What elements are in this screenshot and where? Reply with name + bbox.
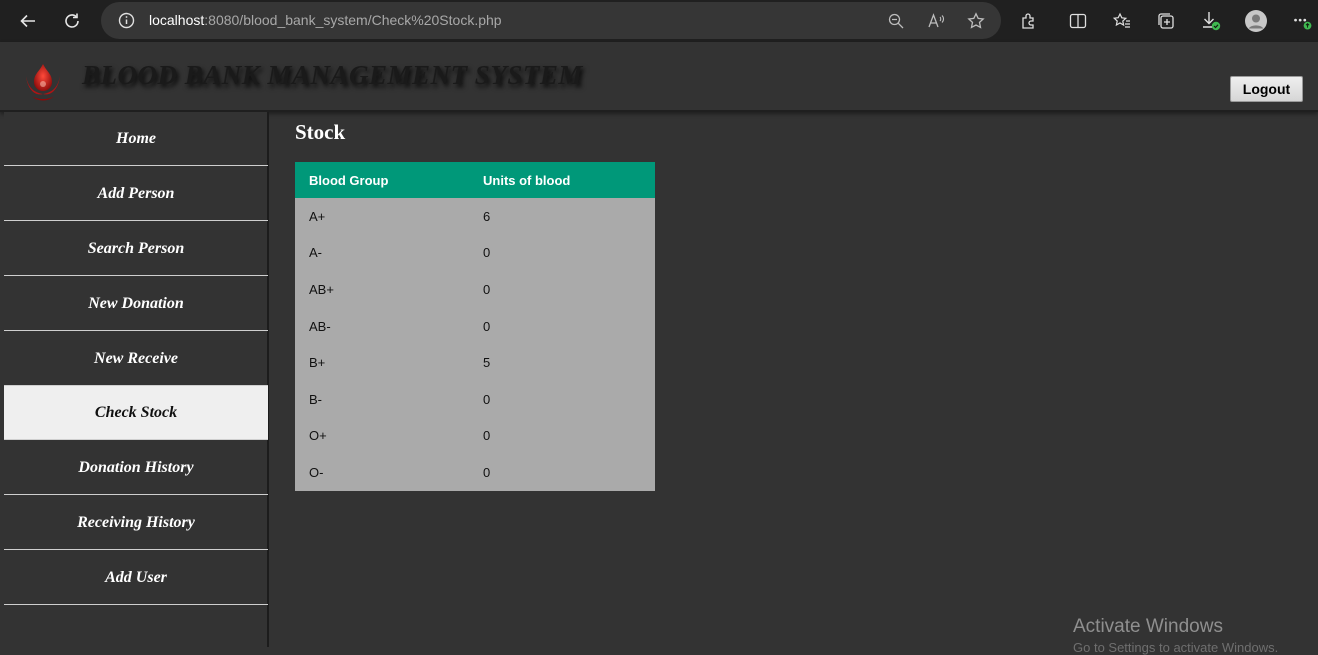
table-row: AB+ 0: [295, 271, 655, 308]
units-cell: 0: [469, 380, 655, 418]
favorites-icon[interactable]: [1110, 9, 1134, 33]
sidebar-item-add-user[interactable]: Add User: [4, 551, 268, 605]
blood-group-cell: AB+: [295, 271, 469, 308]
split-screen-icon[interactable]: [1066, 9, 1090, 33]
url-path: :8080/blood_bank_system/Check%20Stock.ph…: [204, 12, 502, 28]
zoom-out-icon[interactable]: [886, 11, 906, 31]
blood-group-cell: AB-: [295, 307, 469, 345]
site-header: BLOOD BANK MANAGEMENT SYSTEM Logout: [0, 42, 1318, 112]
units-cell: 5: [469, 344, 655, 381]
blood-group-cell: B-: [295, 380, 469, 418]
back-button[interactable]: [13, 6, 43, 36]
activate-windows-watermark: Activate Windows: [1073, 616, 1223, 637]
blood-group-cell: O-: [295, 454, 469, 491]
sidebar-item-new-receive[interactable]: New Receive: [4, 332, 268, 386]
units-cell: 0: [469, 271, 655, 308]
column-header-blood-group: Blood Group: [295, 162, 469, 198]
units-cell: 6: [469, 198, 655, 235]
browser-toolbar: localhost:8080/blood_bank_system/Check%2…: [0, 0, 1318, 42]
table-header-row: Blood Group Units of blood: [295, 162, 655, 198]
refresh-button[interactable]: [57, 6, 87, 36]
profile-avatar-icon[interactable]: [1244, 9, 1268, 33]
column-header-units: Units of blood: [469, 162, 655, 198]
sidebar-item-donation-history[interactable]: Donation History: [4, 441, 268, 495]
sidebar-item-search-person[interactable]: Search Person: [4, 222, 268, 276]
sidebar-item-new-donation[interactable]: New Donation: [4, 277, 268, 331]
sidebar-item-check-stock[interactable]: Check Stock: [4, 386, 268, 440]
read-aloud-icon[interactable]: [926, 11, 946, 31]
table-row: B+ 5: [295, 344, 655, 381]
table-row: O+ 0: [295, 417, 655, 455]
activate-windows-subtitle: Go to Settings to activate Windows.: [1073, 640, 1279, 655]
address-bar[interactable]: localhost:8080/blood_bank_system/Check%2…: [101, 2, 1001, 39]
blood-group-cell: A+: [295, 198, 469, 235]
table-row: B- 0: [295, 380, 655, 418]
back-arrow-icon: [20, 14, 35, 28]
table-row: O- 0: [295, 454, 655, 491]
units-cell: 0: [469, 417, 655, 455]
blood-drop-logo-icon: [26, 64, 60, 101]
sidebar-item-home[interactable]: Home: [4, 112, 268, 166]
table-row: A- 0: [295, 234, 655, 272]
collections-icon[interactable]: [1154, 9, 1178, 33]
extensions-icon[interactable]: [1017, 9, 1041, 33]
sidebar-item-add-person[interactable]: Add Person: [4, 167, 268, 221]
table-row: AB- 0: [295, 307, 655, 345]
blood-group-cell: O+: [295, 417, 469, 455]
units-cell: 0: [469, 307, 655, 345]
url-text[interactable]: localhost:8080/blood_bank_system/Check%2…: [149, 12, 502, 28]
url-host: localhost: [149, 12, 205, 28]
blood-group-cell: A-: [295, 234, 469, 272]
table-row: A+ 6: [295, 198, 655, 235]
stock-table: Blood Group Units of blood A+ 6 A- 0 AB+…: [295, 162, 655, 491]
units-cell: 0: [469, 454, 655, 491]
logout-button[interactable]: Logout: [1230, 76, 1303, 102]
downloads-icon[interactable]: [1199, 9, 1223, 33]
page-title: Stock: [295, 120, 346, 144]
sidebar-item-receiving-history[interactable]: Receiving History: [4, 496, 268, 550]
site-title: BLOOD BANK MANAGEMENT SYSTEM: [82, 60, 583, 90]
more-menu-icon[interactable]: [1290, 9, 1314, 33]
info-icon[interactable]: [118, 12, 135, 29]
blood-group-cell: B+: [295, 344, 469, 381]
units-cell: 0: [469, 234, 655, 272]
refresh-icon: [65, 13, 79, 28]
sidebar-nav: Home Add Person Search Person New Donati…: [4, 112, 269, 647]
favorite-star-icon[interactable]: [966, 11, 986, 31]
